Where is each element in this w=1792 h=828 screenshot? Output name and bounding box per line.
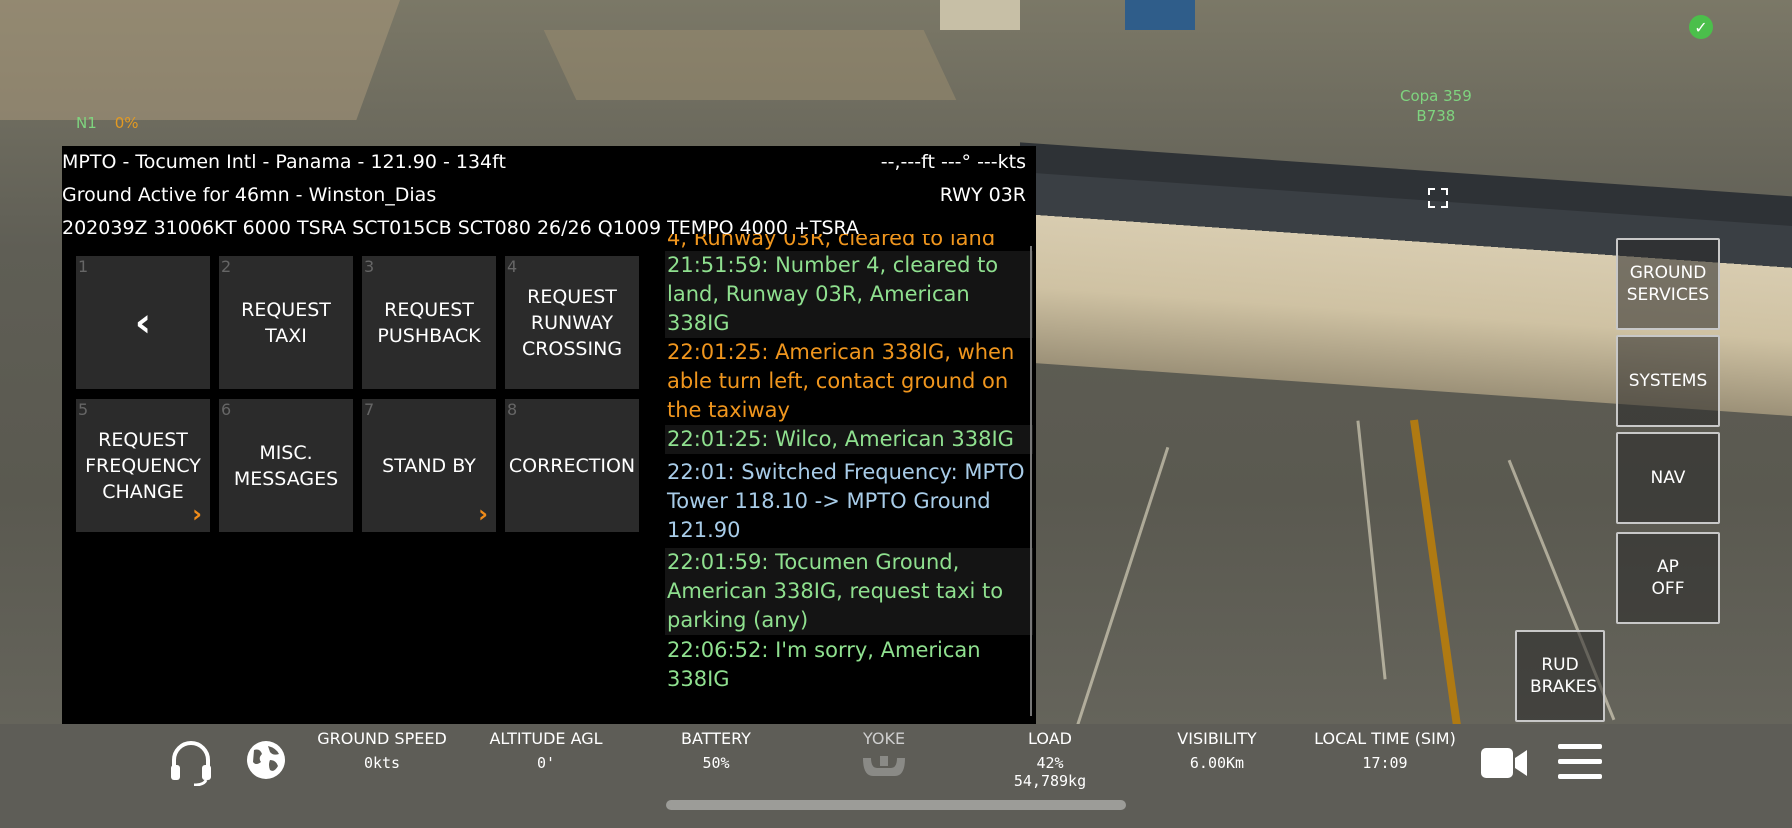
hangar-building — [940, 0, 1020, 30]
traffic-callsign: Copa 359 — [1400, 87, 1472, 105]
traffic-type: B738 — [1416, 107, 1456, 125]
gauge-label: VISIBILITY — [1177, 729, 1257, 748]
systems-button[interactable]: SYSTEMS — [1616, 335, 1720, 427]
misc-messages-button[interactable]: 6 MISC. MESSAGES — [219, 399, 353, 532]
button-label: CORRECTION — [508, 454, 636, 477]
log-entry: 22:01:59: Tocumen Ground, American 338IG… — [665, 548, 1033, 635]
correction-button[interactable]: 8 CORRECTION — [505, 399, 639, 532]
traffic-label[interactable]: Copa 359 B738 — [1400, 86, 1472, 126]
autopilot-button[interactable]: AP OFF — [1616, 532, 1720, 624]
gauge-value: 50% — [702, 754, 730, 772]
button-number: 1 — [78, 257, 89, 276]
log-entry: 21:51:59: Number 4, cleared to land, Run… — [665, 251, 1033, 338]
gauge-label: LOAD — [1028, 729, 1072, 748]
camera-icon[interactable] — [1481, 746, 1529, 780]
chevron-right-icon: › — [478, 500, 488, 528]
button-number: 3 — [364, 257, 375, 276]
yoke-toggle[interactable]: YOKE — [844, 724, 924, 784]
gauge-label: ALTITUDE AGL — [489, 729, 603, 748]
gauge-value: 17:09 — [1362, 754, 1408, 772]
atc-panel: MPTO - Tocumen Intl - Panama - 121.90 - … — [62, 146, 1036, 724]
altitude-agl-gauge: ALTITUDE AGL 0' — [480, 724, 612, 772]
gauge-label: LOCAL TIME (SIM) — [1314, 729, 1456, 748]
request-frequency-change-button[interactable]: 5 REQUEST FREQUENCY CHANGE › — [76, 399, 210, 532]
request-taxi-button[interactable]: 2 REQUEST TAXI — [219, 256, 353, 389]
ground-services-label: GROUND SERVICES — [1626, 263, 1710, 305]
atc-position-readout: --,---ft ---° ---kts — [880, 151, 1026, 173]
button-number: 6 — [221, 400, 232, 419]
nav-label: NAV — [1650, 468, 1686, 488]
atc-menu-grid: 1 ‹ 2 REQUEST TAXI 3 REQUEST PUSHBACK 4 … — [74, 256, 708, 716]
hangar-building — [1125, 0, 1195, 30]
nav-button[interactable]: NAV — [1616, 432, 1720, 524]
taxi-line — [1073, 446, 1170, 734]
visibility-gauge: VISIBILITY 6.00Km — [1162, 724, 1272, 772]
gauge-value: 0' — [536, 754, 556, 772]
button-label: REQUEST PUSHBACK — [377, 298, 481, 347]
gauge-value: 42% — [1036, 754, 1064, 772]
back-button[interactable]: 1 ‹ — [76, 256, 210, 389]
rudder-brakes-label: RUD BRAKES — [1530, 655, 1598, 697]
atc-station-info: MPTO - Tocumen Intl - Panama - 121.90 - … — [62, 151, 506, 173]
atc-message-log[interactable]: 4, Runway 03R, cleared to land 21:51:59:… — [665, 234, 1033, 724]
log-entry: 22:01: Switched Frequency: MPTO Tower 11… — [667, 460, 1025, 542]
button-label: REQUEST RUNWAY CROSSING — [521, 285, 623, 360]
load-gauge: LOAD 42% 54,789kg — [1000, 724, 1100, 790]
fullscreen-icon[interactable] — [1428, 188, 1448, 208]
gauge-value: 6.00Km — [1189, 754, 1245, 772]
chevron-left-icon: ‹ — [134, 299, 152, 346]
headset-icon[interactable] — [168, 738, 214, 786]
globe-icon[interactable] — [246, 740, 286, 780]
log-scrollbar[interactable] — [1030, 246, 1032, 716]
grass-area — [543, 30, 957, 100]
atc-controller-status: Ground Active for 46mn - Winston_Dias — [62, 184, 437, 206]
stand-by-button[interactable]: 7 STAND BY › — [362, 399, 496, 532]
autopilot-label: AP OFF — [1651, 557, 1685, 599]
bottom-status-bar: GROUND SPEED 0kts ALTITUDE AGL 0' BATTER… — [0, 724, 1792, 828]
button-label: REQUEST TAXI — [241, 298, 331, 347]
log-entry: 22:06:52: I'm sorry, American 338IG — [667, 638, 981, 691]
taxi-line — [1356, 420, 1387, 680]
gauge-value: 0kts — [363, 754, 401, 772]
ground-speed-gauge: GROUND SPEED 0kts — [308, 724, 456, 772]
button-number: 8 — [507, 400, 518, 419]
button-number: 5 — [78, 400, 89, 419]
battery-gauge: BATTERY 50% — [660, 724, 772, 772]
gauge-label: GROUND SPEED — [317, 729, 447, 748]
request-pushback-button[interactable]: 3 REQUEST PUSHBACK — [362, 256, 496, 389]
atc-active-runway: RWY 03R — [939, 184, 1026, 206]
yoke-icon — [863, 756, 905, 776]
button-number: 4 — [507, 257, 518, 276]
gauge-value-weight: 54,789kg — [1013, 772, 1087, 790]
gauge-label: YOKE — [862, 729, 906, 748]
local-time-gauge: LOCAL TIME (SIM) 17:09 — [1310, 724, 1460, 772]
button-label: REQUEST FREQUENCY CHANGE — [85, 428, 201, 503]
check-icon: ✓ — [1689, 15, 1713, 39]
home-indicator[interactable] — [666, 800, 1126, 810]
rudder-brakes-button[interactable]: RUD BRAKES — [1515, 630, 1605, 722]
button-number: 2 — [221, 257, 232, 276]
log-entry: 22:01:25: Wilco, American 338IG — [665, 425, 1033, 454]
log-entry: 22:01:25: American 338IG, when able turn… — [667, 340, 1015, 422]
systems-label: SYSTEMS — [1628, 371, 1708, 391]
button-label: STAND BY — [382, 454, 476, 477]
chevron-right-icon: › — [192, 500, 202, 528]
ground-services-button[interactable]: GROUND SERVICES — [1616, 238, 1720, 330]
request-runway-crossing-button[interactable]: 4 REQUEST RUNWAY CROSSING — [505, 256, 639, 389]
menu-icon[interactable] — [1558, 742, 1602, 782]
gauge-label: BATTERY — [681, 729, 751, 748]
button-number: 7 — [364, 400, 375, 419]
atc-header-frequency: MPTO - Tocumen Intl - Panama - 121.90 - … — [62, 146, 1036, 179]
grass-area — [0, 0, 404, 120]
button-label: MISC. MESSAGES — [233, 441, 339, 490]
n1-readout: N1 0% — [76, 114, 139, 132]
atc-header-status: Ground Active for 46mn - Winston_Dias RW… — [62, 179, 1036, 212]
